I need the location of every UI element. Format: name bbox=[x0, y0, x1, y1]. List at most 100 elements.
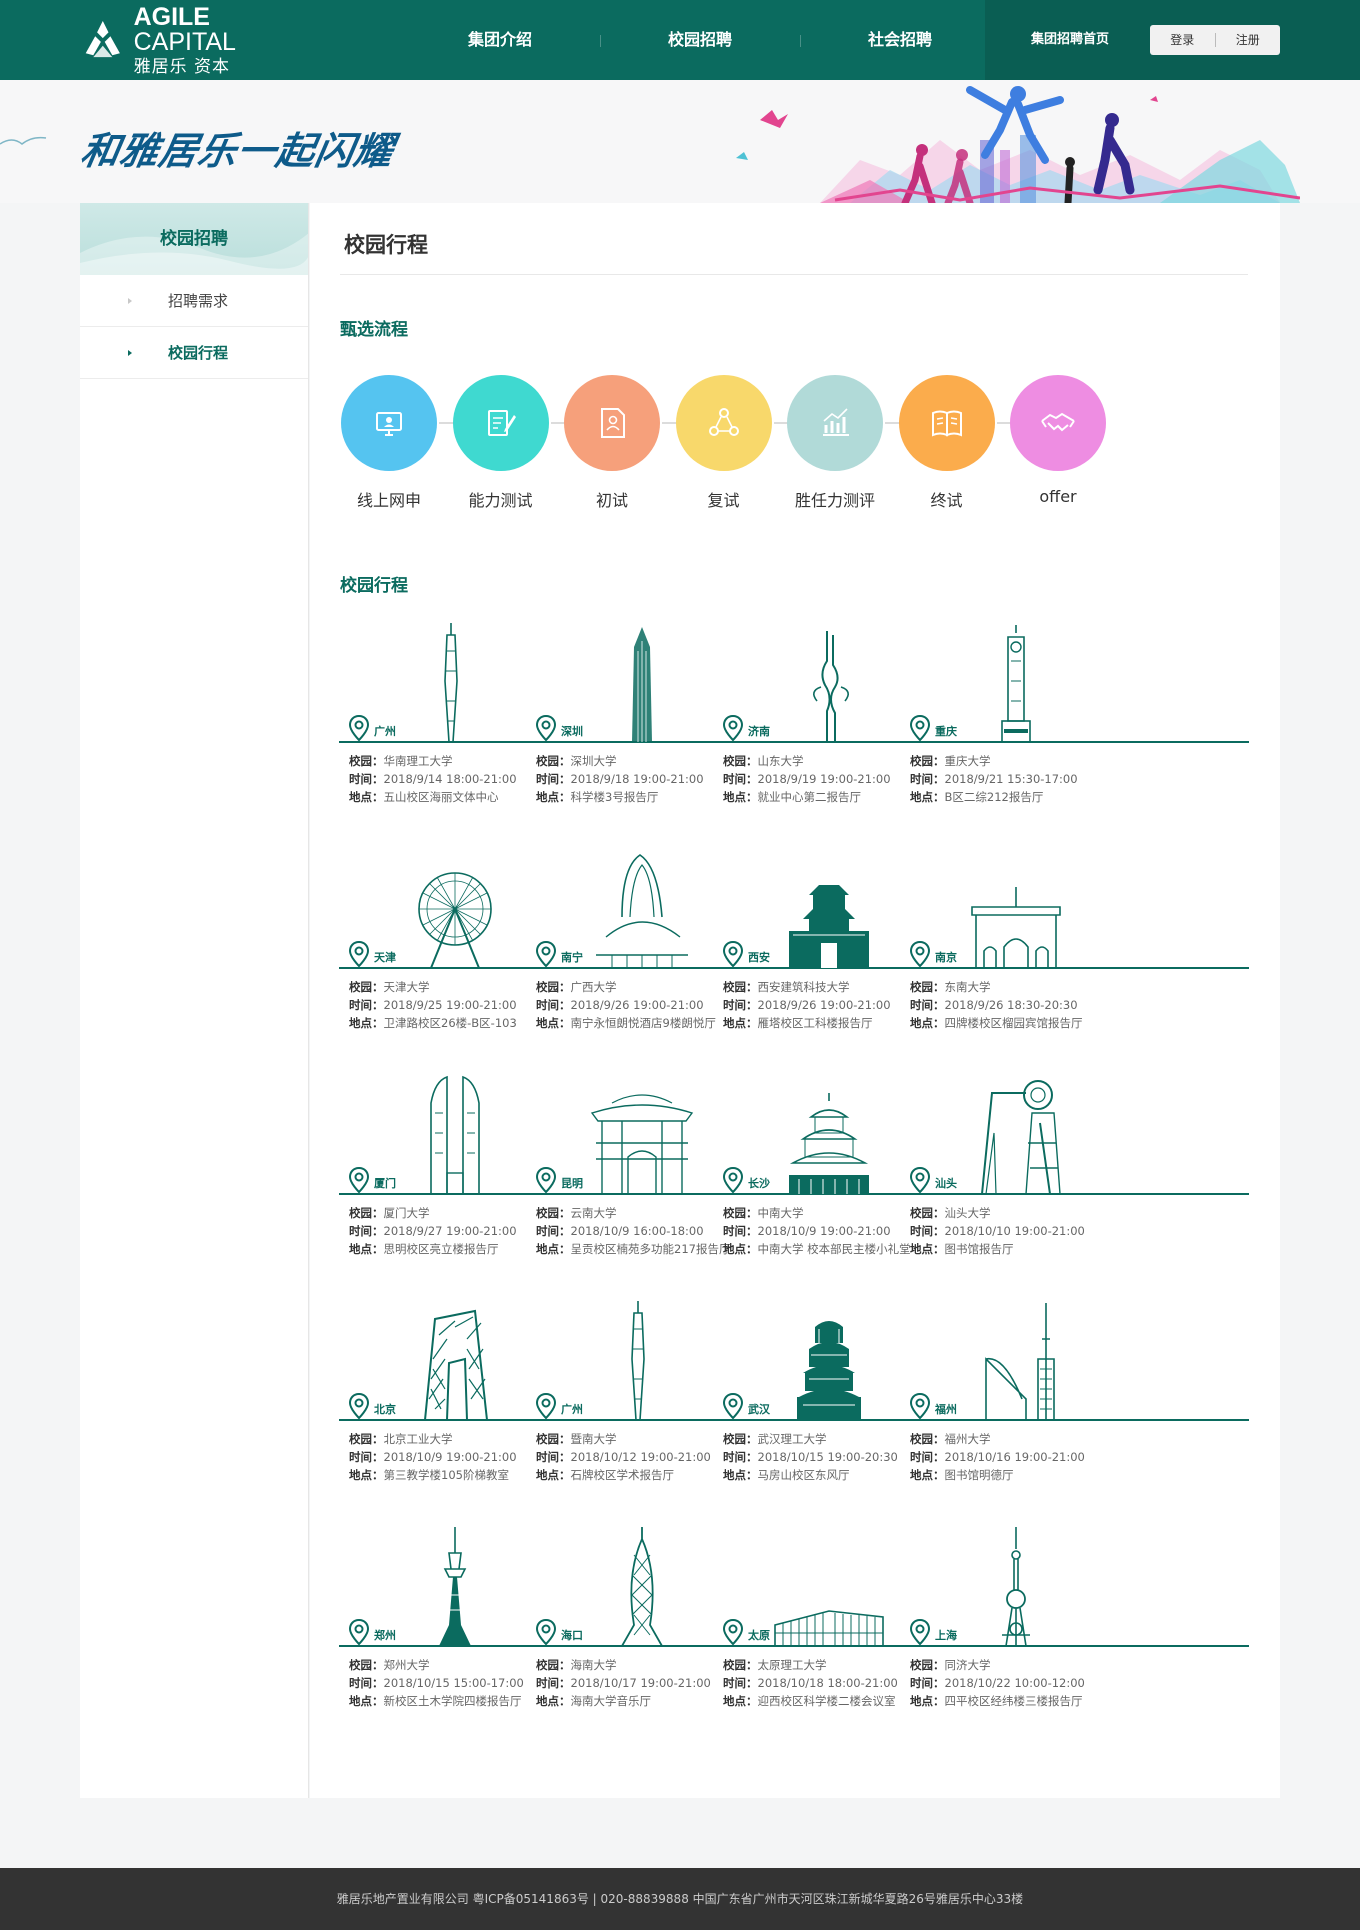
place-value: 五山校区海丽文体中心 bbox=[383, 790, 499, 804]
school-label: 校园： bbox=[723, 980, 758, 994]
campus-info: 校园：福州大学 时间：2018/10/16 19:00-21:00 地点：图书馆明德… bbox=[910, 1430, 1085, 1484]
process-step-label: 初试 bbox=[595, 491, 628, 510]
place-line: 地点：四平校区经纬楼三楼报告厅 bbox=[910, 1692, 1085, 1710]
school-line: 校园：郑州大学 bbox=[349, 1656, 524, 1674]
nav-social-recruit[interactable]: 社会招聘 bbox=[800, 0, 1000, 80]
time-value: 2018/10/9 19:00-21:00 bbox=[757, 1224, 891, 1238]
recruit-home-link[interactable]: 集团招聘首页 bbox=[1010, 0, 1130, 80]
logo[interactable]: AGILE CAPITAL 雅居乐 资本 bbox=[80, 4, 310, 75]
school-value: 云南大学 bbox=[570, 1206, 617, 1220]
bar-chart-icon bbox=[823, 408, 849, 436]
city-name: 南京 bbox=[935, 951, 957, 964]
place-value: 中南大学 校本部民主楼小礼堂 bbox=[757, 1242, 911, 1256]
main-nav: 集团介绍 校园招聘 社会招聘 bbox=[400, 0, 1000, 80]
book-icon bbox=[931, 410, 962, 437]
place-value: 迎西校区科学楼二楼会议室 bbox=[757, 1694, 896, 1708]
place-line: 地点：思明校区亮立楼报告厅 bbox=[349, 1240, 517, 1258]
campus-info: 校园：暨南大学 时间：2018/10/12 19:00-21:00 地点：石牌校区学… bbox=[536, 1430, 711, 1484]
login-button[interactable]: 登录 bbox=[1150, 25, 1215, 55]
pavilion-landmark-icon bbox=[789, 1093, 869, 1194]
school-line: 校园：西安建筑科技大学 bbox=[723, 978, 891, 996]
place-value: 呈贡校区楠苑多功能217报告厅 bbox=[570, 1242, 731, 1256]
place-value: 第三教学楼105阶梯教室 bbox=[383, 1468, 509, 1482]
time-line: 时间：2018/10/17 19:00-21:00 bbox=[536, 1674, 711, 1692]
time-line: 时间：2018/9/27 19:00-21:00 bbox=[349, 1222, 517, 1240]
campus-row: 郑州 校园：郑州大学 时间：2018/10/15 15:00-17:00 地点：新校区… bbox=[339, 1525, 1249, 1725]
nav-group-intro[interactable]: 集团介绍 bbox=[400, 0, 600, 80]
place-line: 地点：卫津路校区26楼-B区-103 bbox=[349, 1014, 517, 1032]
school-value: 中南大学 bbox=[757, 1206, 804, 1220]
time-line: 时间：2018/10/16 19:00-21:00 bbox=[910, 1448, 1085, 1466]
time-value: 2018/9/21 15:30-17:00 bbox=[944, 772, 1078, 786]
time-label: 时间： bbox=[536, 1224, 571, 1238]
sidebar-item-campus-schedule[interactable]: 校园行程 bbox=[80, 327, 308, 379]
city-name: 重庆 bbox=[935, 725, 957, 738]
location-pin-icon bbox=[723, 1619, 743, 1645]
campus-info: 校园：中南大学 时间：2018/10/9 19:00-21:00 地点：中南大学 校… bbox=[723, 1204, 911, 1258]
zhongshan-gate-landmark-icon bbox=[971, 887, 1061, 968]
place-line: 地点：图书馆报告厅 bbox=[910, 1240, 1085, 1258]
selection-process: 线上网申 能力测试 初试 复试 胜任力测评 终试 offer bbox=[340, 375, 1250, 525]
city-name: 西安 bbox=[748, 951, 770, 964]
time-value: 2018/10/15 19:00-20:30 bbox=[757, 1450, 898, 1464]
campus-card: 上海 校园：同济大学 时间：2018/10/22 10:00-12:00 地点：四平校… bbox=[900, 1525, 1130, 1725]
city-name: 济南 bbox=[748, 725, 770, 738]
campus-info: 校园：太原理工大学 时间：2018/10/18 18:00-21:00 地点：迎西校… bbox=[723, 1656, 898, 1710]
place-label: 地点： bbox=[723, 1242, 758, 1256]
location-pin-icon bbox=[536, 941, 556, 967]
campus-info: 校园：海南大学 时间：2018/10/17 19:00-21:00 地点：海南大学音… bbox=[536, 1656, 711, 1710]
place-line: 地点：五山校区海丽文体中心 bbox=[349, 788, 517, 806]
time-label: 时间： bbox=[536, 998, 571, 1012]
campus-row: 天津 校园：天津大学 时间：2018/9/25 19:00-21:00 地点：卫津路校… bbox=[339, 847, 1249, 1047]
sidebar-item-label: 招聘需求 bbox=[168, 292, 229, 310]
school-line: 校园：厦门大学 bbox=[349, 1204, 517, 1222]
city-name: 福州 bbox=[935, 1403, 957, 1416]
tv-tower-landmark-icon bbox=[439, 1527, 471, 1646]
school-label: 校园： bbox=[910, 1206, 945, 1220]
place-value: 思明校区亮立楼报告厅 bbox=[383, 1242, 499, 1256]
place-line: 地点：迎西校区科学楼二楼会议室 bbox=[723, 1692, 898, 1710]
time-line: 时间：2018/10/15 19:00-20:30 bbox=[723, 1448, 898, 1466]
school-value: 同济大学 bbox=[944, 1658, 991, 1672]
city-name: 汕头 bbox=[935, 1177, 957, 1190]
school-line: 校园：山东大学 bbox=[723, 752, 891, 770]
sidebar-item-requirements[interactable]: 招聘需求 bbox=[80, 275, 308, 327]
school-value: 武汉理工大学 bbox=[757, 1432, 827, 1446]
memorial-arch-landmark-icon bbox=[590, 1094, 694, 1194]
sidebar-item-label: 校园行程 bbox=[168, 344, 229, 362]
process-step-circle bbox=[1010, 375, 1106, 471]
school-label: 校园： bbox=[910, 1658, 945, 1672]
triangle-bullet-icon bbox=[128, 298, 132, 304]
school-label: 校园： bbox=[910, 980, 945, 994]
place-line: 地点：中南大学 校本部民主楼小礼堂 bbox=[723, 1240, 911, 1258]
school-label: 校园： bbox=[349, 1658, 384, 1672]
school-line: 校园：华南理工大学 bbox=[349, 752, 517, 770]
ferris-wheel-landmark-icon bbox=[418, 872, 492, 968]
school-line: 校园：广西大学 bbox=[536, 978, 716, 996]
resume-icon bbox=[601, 408, 625, 438]
place-line: 地点：四牌楼校区榴园宾馆报告厅 bbox=[910, 1014, 1083, 1032]
school-value: 深圳大学 bbox=[570, 754, 617, 768]
place-label: 地点： bbox=[910, 1694, 945, 1708]
time-label: 时间： bbox=[536, 1676, 571, 1690]
location-pin-icon bbox=[536, 1167, 556, 1193]
time-line: 时间：2018/10/22 10:00-12:00 bbox=[910, 1674, 1085, 1692]
location-pin-icon bbox=[536, 715, 556, 741]
register-button[interactable]: 注册 bbox=[1216, 25, 1281, 55]
time-label: 时间： bbox=[723, 1224, 758, 1238]
campus-card: 南京 校园：东南大学 时间：2018/9/26 18:30-20:30 地点：四牌楼校… bbox=[900, 847, 1130, 1047]
location-pin-icon bbox=[910, 941, 930, 967]
time-value: 2018/10/22 10:00-12:00 bbox=[944, 1676, 1085, 1690]
location-pin-icon bbox=[536, 1393, 556, 1419]
campus-info: 校园：云南大学 时间：2018/10/9 16:00-18:00 地点：呈贡校区楠苑… bbox=[536, 1204, 730, 1258]
campus-info: 校园：深圳大学 时间：2018/9/18 19:00-21:00 地点：科学楼3号报… bbox=[536, 752, 704, 806]
agile-logo-icon bbox=[85, 21, 120, 58]
school-value: 海南大学 bbox=[570, 1658, 617, 1672]
process-step-label: 胜任力测评 bbox=[794, 491, 875, 510]
school-line: 校园：天津大学 bbox=[349, 978, 517, 996]
sidebar: 校园招聘 招聘需求 校园行程 bbox=[80, 203, 309, 1798]
time-label: 时间： bbox=[536, 772, 571, 786]
place-line: 地点：第三教学楼105阶梯教室 bbox=[349, 1466, 517, 1484]
nav-campus-recruit[interactable]: 校园招聘 bbox=[600, 0, 800, 80]
school-value: 东南大学 bbox=[944, 980, 991, 994]
